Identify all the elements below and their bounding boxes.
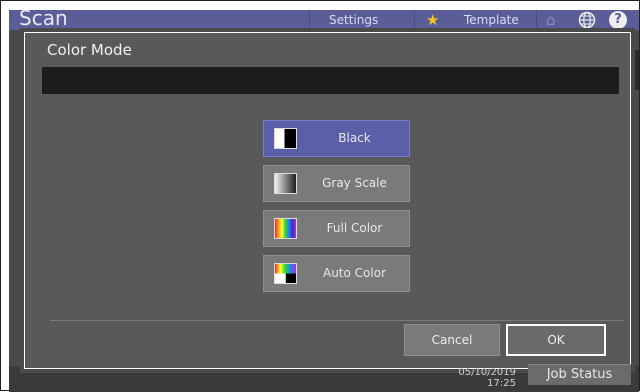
full-color-swatch-icon — [274, 218, 297, 239]
option-black[interactable]: Black — [263, 120, 410, 157]
date-time: 05/10/2019 17:25 — [456, 367, 516, 389]
grayscale-swatch-icon — [274, 173, 297, 194]
color-mode-dialog: Color Mode Black Gray Scale Full Color A… — [24, 32, 631, 369]
tab-separator — [414, 10, 415, 30]
app-title: Scan — [19, 10, 68, 30]
auto-color-swatch-icon — [274, 263, 297, 284]
home-icon[interactable]: ⌂ — [546, 10, 556, 30]
help-icon[interactable]: ? — [609, 11, 627, 29]
header-bar: Scan Settings ★ Template ⌂ ? — [9, 10, 639, 30]
option-label: Auto Color — [322, 266, 386, 280]
ok-button[interactable]: OK — [506, 324, 606, 356]
dialog-title: Color Mode — [47, 41, 132, 59]
time-text: 17:25 — [487, 378, 516, 389]
device-frame: Scan Settings ★ Template ⌂ ? Color Mode … — [0, 0, 640, 392]
tab-settings[interactable]: Settings — [329, 13, 378, 27]
date-text: 05/10/2019 — [458, 367, 516, 378]
globe-icon[interactable] — [577, 10, 597, 30]
option-auto-color[interactable]: Auto Color — [263, 255, 410, 292]
option-label: Full Color — [326, 221, 383, 235]
scroll-edge — [635, 50, 639, 90]
option-gray-scale[interactable]: Gray Scale — [263, 165, 410, 202]
tab-template[interactable]: Template — [464, 13, 519, 27]
star-icon: ★ — [426, 11, 440, 29]
dialog-message-band — [42, 67, 619, 94]
tab-separator — [536, 10, 537, 30]
dialog-divider — [50, 320, 624, 321]
black-white-swatch-icon — [274, 128, 297, 149]
job-status-button[interactable]: Job Status — [528, 364, 631, 385]
tab-separator — [309, 10, 310, 30]
cancel-button[interactable]: Cancel — [404, 324, 500, 356]
option-full-color[interactable]: Full Color — [263, 210, 410, 247]
option-label: Gray Scale — [322, 176, 387, 190]
option-label: Black — [338, 131, 371, 145]
